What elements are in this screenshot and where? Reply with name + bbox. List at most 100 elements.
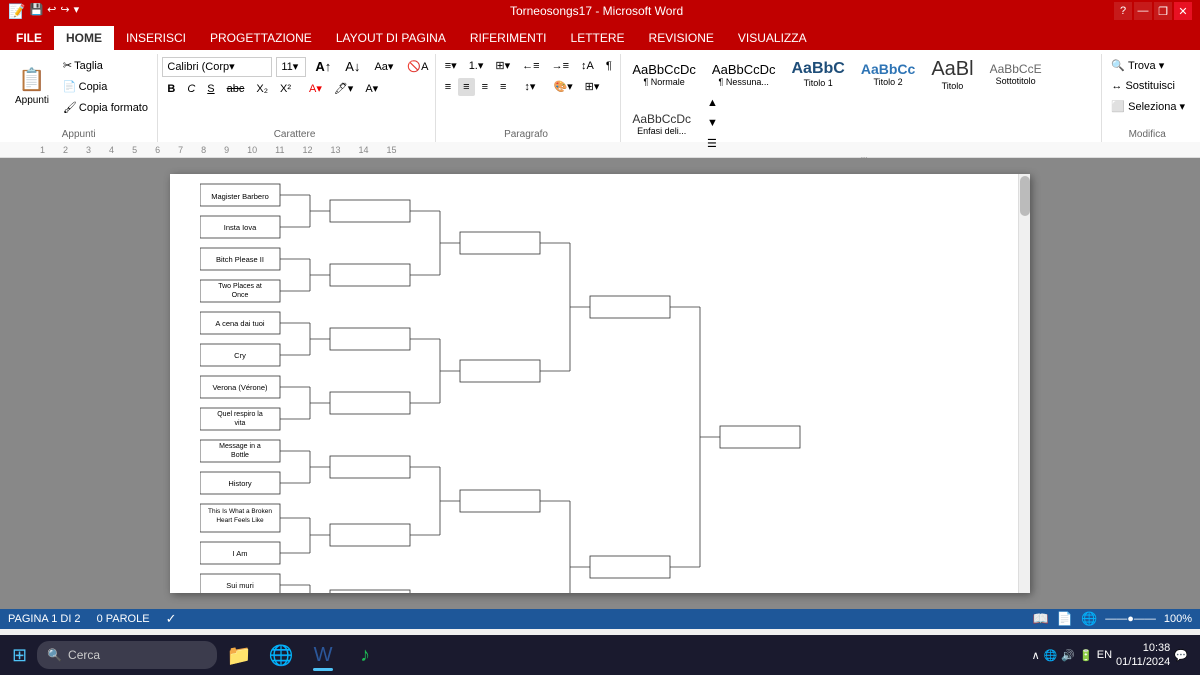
cut-button[interactable]: ✂ Taglia: [58, 56, 153, 75]
style-nessuna[interactable]: AaBbCcDc ¶ Nessuna...: [705, 56, 783, 92]
group-modifica-label: Modifica: [1129, 125, 1166, 140]
highlight-button[interactable]: 🖊▾: [329, 79, 359, 98]
tab-visualizza[interactable]: VISUALIZZA: [726, 26, 819, 50]
system-tray: ∧ 🌐 🔊 🔋 EN 10:38 01/11/2024 💬: [1032, 641, 1196, 670]
style-enfasi[interactable]: AaBbCcDc Enfasi deli...: [625, 106, 698, 142]
style-titolo2[interactable]: AaBbCc Titolo 2: [854, 56, 922, 92]
group-carattere-label: Carattere: [274, 125, 316, 140]
print-layout-button[interactable]: 📄: [1057, 611, 1073, 627]
align-left-button[interactable]: ≡: [440, 78, 456, 96]
maximize-button[interactable]: ❐: [1154, 2, 1172, 20]
align-right-button[interactable]: ≡: [477, 78, 493, 96]
search-bar[interactable]: 🔍 Cerca: [37, 641, 217, 669]
copy-button[interactable]: 📄 Copia: [58, 77, 153, 96]
keyboard-icon[interactable]: EN: [1097, 649, 1112, 661]
notification-icon[interactable]: 💬: [1174, 649, 1188, 662]
align-center-button[interactable]: ≡: [458, 78, 474, 96]
style-normal[interactable]: AaBbCcDc ¶ Normale: [625, 56, 703, 92]
tournament-bracket: Magister Barbero Insta Iova Bitch Please…: [200, 179, 900, 593]
increase-indent-button[interactable]: →≡: [547, 57, 574, 75]
svg-text:History: History: [228, 479, 252, 488]
tab-revisione[interactable]: REVISIONE: [637, 26, 726, 50]
spotify-icon: ♪: [360, 644, 370, 667]
battery-icon[interactable]: 🔋: [1079, 649, 1093, 662]
shading2-button[interactable]: 🎨▾: [548, 77, 577, 96]
proofing-icon[interactable]: ✓: [166, 611, 177, 627]
tab-file[interactable]: FILE: [4, 26, 54, 50]
style-titolo1[interactable]: AaBbC Titolo 1: [785, 56, 852, 92]
styles-gallery: AaBbCcDc ¶ Normale AaBbCcDc ¶ Nessuna...…: [625, 56, 1093, 153]
search-icon: 🔍: [47, 648, 62, 662]
taskbar-word[interactable]: W: [303, 637, 343, 673]
svg-text:Insta Iova: Insta Iova: [224, 223, 257, 232]
scrollbar-thumb[interactable]: [1020, 176, 1030, 216]
taskbar-spotify[interactable]: ♪: [345, 637, 385, 673]
tab-riferimenti[interactable]: RIFERIMENTI: [458, 26, 559, 50]
tab-inserisci[interactable]: INSERISCI: [114, 26, 198, 50]
start-button[interactable]: ⊞: [4, 637, 35, 673]
shading-button[interactable]: A▾: [360, 79, 383, 98]
subscript-button[interactable]: X₂: [251, 80, 273, 98]
tab-lettere[interactable]: LETTERE: [559, 26, 637, 50]
font-size-box[interactable]: 11▾: [276, 57, 306, 77]
style-sottotitolo[interactable]: AaBbCcE Sottotitolo: [983, 56, 1049, 92]
multilevel-button[interactable]: ⊞▾: [490, 56, 515, 75]
group-carattere: Calibri (Corp▾ 11▾ A↑ A↓ Aa▾ 🚫A B C S ab…: [158, 54, 435, 142]
decrease-indent-button[interactable]: ←≡: [517, 57, 544, 75]
clear-format-button[interactable]: 🚫A: [402, 57, 433, 76]
font-grow-button[interactable]: A↑: [310, 56, 336, 77]
document-page[interactable]: Magister Barbero Insta Iova Bitch Please…: [170, 174, 1030, 593]
replace-button[interactable]: ↔ Sostituisci: [1106, 77, 1190, 95]
change-case-button[interactable]: Aa▾: [369, 57, 398, 76]
find-button[interactable]: 🔍 Trova ▾: [1106, 56, 1190, 75]
explorer-icon: 📁: [227, 643, 252, 668]
network-icon[interactable]: 🌐: [1044, 649, 1058, 662]
svg-text:Magister Barbero: Magister Barbero: [211, 192, 269, 201]
select-button[interactable]: ⬜ Seleziona ▾: [1106, 97, 1190, 116]
justify-button[interactable]: ≡: [495, 78, 511, 96]
tab-layout[interactable]: LAYOUT DI PAGINA: [324, 26, 458, 50]
font-name-box[interactable]: Calibri (Corp▾: [162, 57, 272, 77]
close-button[interactable]: ✕: [1174, 2, 1192, 20]
underline-button[interactable]: S: [202, 80, 219, 98]
scrollbar[interactable]: [1018, 174, 1030, 593]
styles-up-button[interactable]: ▲: [702, 94, 723, 112]
sound-icon[interactable]: 🔊: [1061, 649, 1075, 662]
style-titolo[interactable]: AaBl Titolo: [924, 56, 980, 92]
paste-button[interactable]: 📋 Appunti: [8, 59, 56, 115]
tab-home[interactable]: HOME: [54, 26, 114, 50]
clock-date: 01/11/2024: [1116, 655, 1170, 669]
bold-button[interactable]: B: [162, 80, 180, 98]
format-painter-button[interactable]: 🖌 Copia formato: [58, 98, 153, 117]
bullets-button[interactable]: ≡▾: [440, 56, 462, 75]
chevron-icon[interactable]: ∧: [1032, 649, 1040, 662]
zoom-slider[interactable]: ——●——: [1105, 613, 1156, 625]
help-button[interactable]: ?: [1114, 2, 1132, 20]
italic-button[interactable]: C: [182, 80, 200, 98]
styles-more-button[interactable]: ☰: [702, 134, 723, 153]
web-layout-button[interactable]: 🌐: [1081, 611, 1097, 627]
tab-progettazione[interactable]: PROGETTAZIONE: [198, 26, 324, 50]
borders-button[interactable]: ⊞▾: [580, 77, 605, 96]
minimize-button[interactable]: —: [1134, 2, 1152, 20]
numbering-button[interactable]: 1.▾: [464, 56, 489, 75]
clock-time: 10:38: [1116, 641, 1170, 655]
title-bar: 📝 💾 ↩ ↪ ▾ Torneosongs17 - Microsoft Word…: [0, 0, 1200, 22]
svg-text:Verona (Vérone): Verona (Vérone): [212, 383, 268, 392]
clock[interactable]: 10:38 01/11/2024: [1116, 641, 1170, 670]
line-spacing-button[interactable]: ↕▾: [519, 77, 540, 96]
quick-redo[interactable]: ↪: [60, 3, 69, 20]
styles-down-button[interactable]: ▼: [702, 114, 723, 132]
strikethrough-button[interactable]: abc: [222, 80, 250, 98]
superscript-button[interactable]: X²: [275, 80, 296, 98]
read-mode-button[interactable]: 📖: [1033, 611, 1049, 627]
quick-undo[interactable]: ↩: [47, 3, 56, 20]
font-color-button[interactable]: A▾: [304, 79, 327, 98]
taskbar-explorer[interactable]: 📁: [219, 637, 259, 673]
svg-text:Bitch Please II: Bitch Please II: [216, 255, 264, 264]
quick-save[interactable]: 💾: [29, 3, 43, 20]
font-shrink-button[interactable]: A↓: [340, 56, 365, 77]
sort-button[interactable]: ↕A: [576, 57, 599, 75]
show-formatting-button[interactable]: ¶: [601, 57, 617, 75]
taskbar-chrome[interactable]: 🌐: [261, 637, 301, 673]
